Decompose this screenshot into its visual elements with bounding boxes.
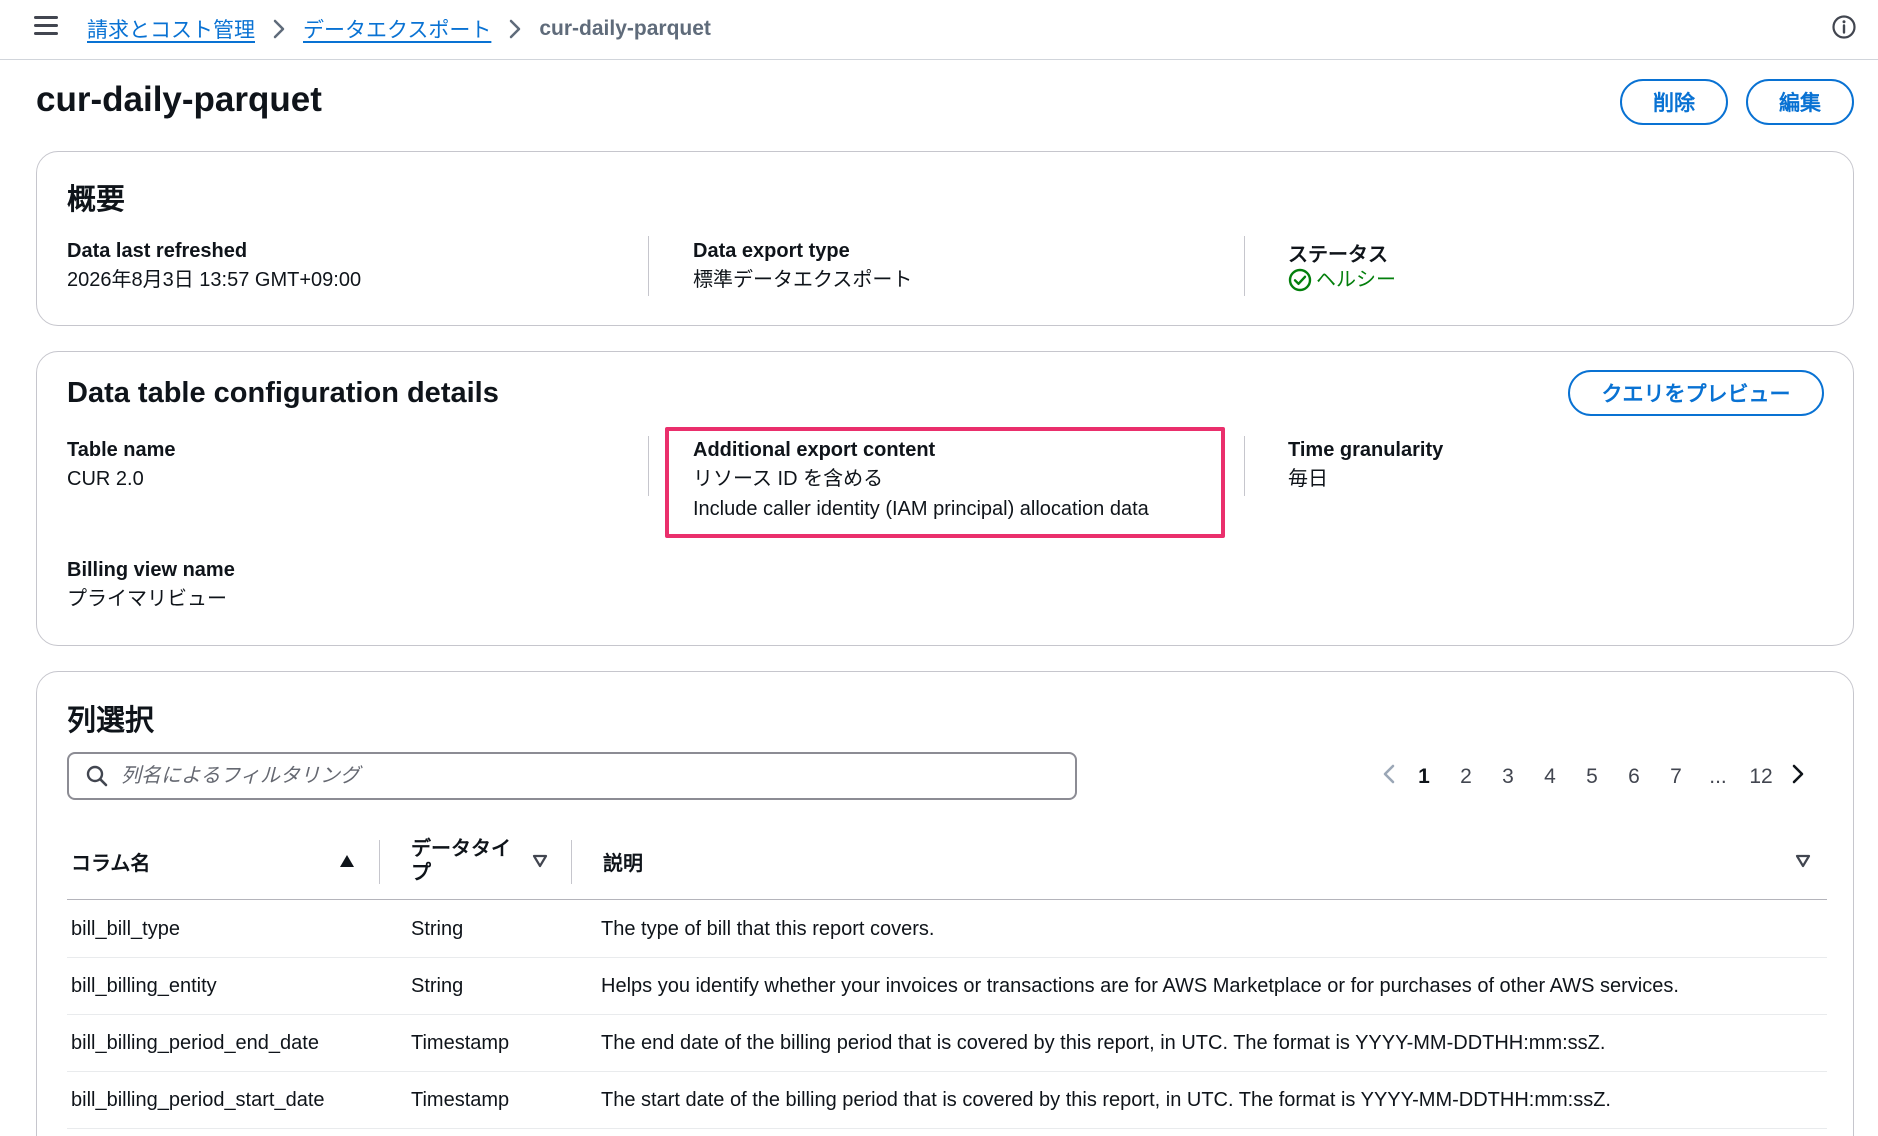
config-title: Data table configuration details (67, 377, 499, 409)
data-last-refreshed-value: 2026年8月3日 13:57 GMT+09:00 (67, 269, 362, 291)
column-selection-title: 列選択 (67, 705, 155, 737)
page-3-button[interactable]: 3 (1487, 765, 1529, 789)
check-circle-icon (1288, 268, 1312, 292)
description-header[interactable]: 説明 (603, 822, 643, 900)
breadcrumb-billing-cost-management[interactable]: 請求とコスト管理 (87, 14, 255, 44)
header-divider (379, 840, 380, 884)
data-type-cell: String (411, 918, 464, 940)
billing-view-name-value: プライマリビュー (67, 588, 227, 610)
additional-export-content-label: Additional export content (693, 439, 936, 461)
table-row: bill_billing_entity String Helps you ide… (67, 958, 1827, 1015)
chevron-right-icon (273, 19, 285, 39)
delete-button[interactable]: 削除 (1620, 79, 1728, 125)
column-name-cell: bill_billing_period_start_date (71, 1089, 325, 1111)
page-7-button[interactable]: 7 (1655, 765, 1697, 789)
page-1-button[interactable]: 1 (1403, 765, 1445, 789)
page-title: cur-daily-parquet (36, 80, 322, 119)
description-cell: The end date of the billing period that … (601, 1032, 1606, 1054)
overview-card: 概要 Data last refreshed 2026年8月3日 13:57 G… (36, 151, 1854, 326)
column-selection-card: 列選択 1 2 3 4 5 6 7 ... 12 コラム名 データタイ プ (36, 671, 1854, 1136)
column-divider (648, 436, 649, 496)
description-cell: The type of bill that this report covers… (601, 918, 935, 940)
time-granularity-label: Time granularity (1288, 439, 1444, 461)
status-label: ステータス (1288, 244, 1388, 266)
preview-query-button[interactable]: クエリをプレビュー (1568, 370, 1824, 416)
column-name-cell: bill_bill_type (71, 918, 180, 940)
data-type-cell: String (411, 975, 464, 997)
column-divider (648, 236, 649, 296)
status-value: ヘルシー (1316, 269, 1396, 291)
breadcrumb-data-exports[interactable]: データエクスポート (303, 14, 491, 44)
column-divider (1244, 236, 1245, 296)
page-12-button[interactable]: 12 (1739, 765, 1783, 789)
data-export-type-value: 標準データエクスポート (693, 269, 913, 291)
top-navigation-bar: 請求とコスト管理 データエクスポート cur-daily-parquet (0, 0, 1878, 60)
table-row: bill_billing_period_start_date Timestamp… (67, 1072, 1827, 1129)
breadcrumb: 請求とコスト管理 データエクスポート cur-daily-parquet (87, 14, 711, 44)
config-card: Data table configuration details クエリをプレビ… (36, 351, 1854, 646)
page-6-button[interactable]: 6 (1613, 765, 1655, 789)
time-granularity-value: 毎日 (1288, 468, 1328, 490)
menu-icon[interactable] (34, 16, 58, 36)
column-name-header[interactable]: コラム名 (71, 822, 150, 900)
edit-button[interactable]: 編集 (1746, 79, 1854, 125)
column-divider (1244, 436, 1245, 496)
page-5-button[interactable]: 5 (1571, 765, 1613, 789)
table-row: bill_bill_type String The type of bill t… (67, 901, 1827, 958)
billing-view-name-label: Billing view name (67, 559, 235, 581)
data-last-refreshed-label: Data last refreshed (67, 240, 248, 262)
column-filter-field[interactable] (67, 752, 1077, 800)
header-divider (571, 840, 572, 884)
data-export-type-label: Data export type (693, 240, 850, 262)
chevron-right-icon (509, 19, 521, 39)
table-header: コラム名 データタイ プ 説明 (67, 822, 1827, 900)
data-type-cell: Timestamp (411, 1032, 510, 1054)
sort-ascending-icon[interactable] (339, 854, 355, 873)
data-type-header-line1: データタイ (411, 838, 511, 860)
info-icon[interactable] (1831, 14, 1857, 40)
table-row: bill_billing_period_end_date Timestamp T… (67, 1015, 1827, 1072)
table-name-label: Table name (67, 439, 176, 461)
status-badge: ヘルシー (1288, 265, 1396, 295)
sort-descending-icon[interactable] (1795, 854, 1811, 873)
description-cell: Helps you identify whether your invoices… (601, 975, 1679, 997)
additional-export-content-value-1: リソース ID を含める (693, 468, 884, 490)
column-name-cell: bill_billing_entity (71, 975, 217, 997)
data-type-cell: Timestamp (411, 1089, 510, 1111)
sort-descending-icon[interactable] (532, 854, 548, 873)
description-cell: The start date of the billing period tha… (601, 1089, 1611, 1111)
table-name-value: CUR 2.0 (67, 468, 144, 490)
chevron-right-icon[interactable] (1783, 763, 1813, 791)
column-name-cell: bill_billing_period_end_date (71, 1032, 319, 1054)
data-type-header-line2: プ (411, 862, 431, 884)
page-2-button[interactable]: 2 (1445, 765, 1487, 789)
search-icon (86, 765, 108, 787)
pagination: 1 2 3 4 5 6 7 ... 12 (1375, 760, 1813, 794)
page-4-button[interactable]: 4 (1529, 765, 1571, 789)
chevron-left-icon[interactable] (1375, 763, 1403, 791)
additional-export-content-value-2: Include caller identity (IAM principal) … (693, 498, 1149, 520)
breadcrumb-current: cur-daily-parquet (539, 17, 711, 40)
search-input[interactable] (121, 764, 1021, 788)
page-ellipsis: ... (1709, 765, 1727, 788)
overview-title: 概要 (67, 184, 126, 216)
data-type-header[interactable]: データタイ プ (411, 822, 511, 900)
